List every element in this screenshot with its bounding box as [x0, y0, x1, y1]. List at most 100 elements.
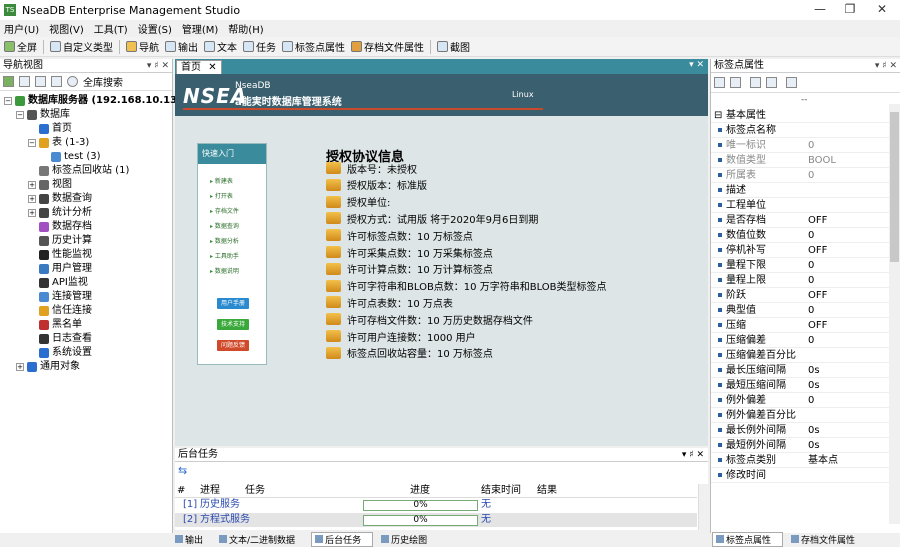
expand-toggle-icon[interactable]: +: [28, 195, 36, 203]
property-row[interactable]: 最短压缩间隔 0s: [711, 378, 889, 393]
property-value[interactable]: 0s: [808, 363, 820, 378]
output-button[interactable]: 输出: [165, 39, 198, 54]
property-row[interactable]: 数值类型 BOOL: [711, 153, 889, 168]
tree-item[interactable]: 黑名单: [28, 318, 82, 332]
tree-item[interactable]: 性能监视: [28, 248, 92, 262]
text-button[interactable]: 文本: [204, 39, 237, 54]
tree-item[interactable]: 信任连接: [28, 304, 92, 318]
panel-controls[interactable]: ▾ ♯ ✕: [682, 448, 704, 462]
screenshot-button[interactable]: 截图: [437, 39, 470, 54]
expand-toggle-icon[interactable]: +: [28, 209, 36, 217]
print-icon[interactable]: [766, 77, 777, 88]
tree-item[interactable]: test (3): [40, 150, 101, 164]
property-row[interactable]: 最长压缩间隔 0s: [711, 363, 889, 378]
table-row[interactable]: [1] 历史服务 0% 无: [175, 498, 697, 512]
menu-view[interactable]: 视图(V): [49, 21, 84, 36]
collapse-icon[interactable]: ⊟: [714, 108, 722, 123]
property-row[interactable]: 修改时间: [711, 468, 889, 483]
tree-item[interactable]: 首页: [28, 122, 72, 136]
property-row[interactable]: 数值位数 0: [711, 228, 889, 243]
property-value[interactable]: 0: [808, 333, 814, 348]
tab-close-icon[interactable]: ✕: [208, 62, 216, 73]
quick-link[interactable]: 存档文件: [210, 206, 239, 215]
property-row[interactable]: 例外偏差百分比: [711, 408, 889, 423]
property-value[interactable]: OFF: [808, 213, 827, 228]
tree-item[interactable]: + 统计分析: [28, 206, 92, 220]
property-row[interactable]: 工程单位: [711, 198, 889, 213]
refresh-icon[interactable]: [51, 76, 62, 87]
delete-icon[interactable]: [35, 76, 46, 87]
properties-scrollbar[interactable]: [889, 104, 900, 524]
column-header[interactable]: #: [177, 484, 185, 498]
property-value[interactable]: 0: [808, 138, 814, 153]
expand-toggle-icon[interactable]: −: [28, 139, 36, 147]
property-row[interactable]: 标签点名称: [711, 123, 889, 138]
scrollbar-thumb[interactable]: [890, 112, 899, 262]
tree-item[interactable]: 连接管理: [28, 290, 92, 304]
menu-manage[interactable]: 管理(M): [182, 21, 218, 36]
tree-item[interactable]: 用户管理: [28, 262, 92, 276]
expand-toggle-icon[interactable]: −: [4, 97, 12, 105]
property-value[interactable]: BOOL: [808, 153, 836, 168]
tree-item[interactable]: + 视图: [28, 178, 72, 192]
property-value[interactable]: 0: [808, 303, 814, 318]
tree-item[interactable]: − 数据库: [16, 108, 70, 122]
property-row[interactable]: 阶跃 OFF: [711, 288, 889, 303]
tab-controls[interactable]: ▾ ✕: [689, 60, 704, 70]
categorized-icon[interactable]: [714, 77, 725, 88]
navigation-button[interactable]: 导航: [126, 39, 159, 54]
tree-item[interactable]: + 通用对象: [16, 360, 80, 374]
quick-button[interactable]: 用户手册: [217, 298, 249, 309]
property-row[interactable]: 最短例外间隔 0s: [711, 438, 889, 453]
table-row[interactable]: [2] 方程式服务 0% 无: [175, 513, 697, 527]
column-header[interactable]: 进度: [410, 484, 430, 498]
bottom-tab[interactable]: 输出: [175, 533, 211, 546]
column-header[interactable]: 任务: [245, 484, 265, 498]
property-row[interactable]: 所属表 0: [711, 168, 889, 183]
tab-home[interactable]: 首页 ✕: [176, 60, 222, 74]
bottom-tab[interactable]: 存档文件属性: [791, 533, 863, 546]
property-value[interactable]: OFF: [808, 318, 827, 333]
property-value[interactable]: 0s: [808, 438, 820, 453]
property-value[interactable]: 0s: [808, 378, 820, 393]
add-server-icon[interactable]: [3, 76, 14, 87]
tree-item[interactable]: − 表 (1-3): [28, 136, 89, 150]
edit-icon[interactable]: [19, 76, 30, 87]
tree-item[interactable]: 日志查看: [28, 332, 92, 346]
tree-item[interactable]: 数据存档: [28, 220, 92, 234]
property-value[interactable]: 基本点: [808, 453, 838, 468]
tree-item[interactable]: 历史计算: [28, 234, 92, 248]
task-button[interactable]: 任务: [243, 39, 276, 54]
property-value[interactable]: 0: [808, 228, 814, 243]
quick-button[interactable]: 技术支持: [217, 319, 249, 330]
property-row[interactable]: 典型值 0: [711, 303, 889, 318]
menu-help[interactable]: 帮助(H): [228, 21, 263, 36]
property-row[interactable]: 量程下限 0: [711, 258, 889, 273]
menu-user[interactable]: 用户(U): [4, 21, 39, 36]
save-icon[interactable]: [750, 77, 761, 88]
property-value[interactable]: 0: [808, 168, 814, 183]
quick-link[interactable]: 数据分析: [210, 236, 239, 245]
property-row[interactable]: 压缩偏差百分比: [711, 348, 889, 363]
column-header[interactable]: 结果: [537, 484, 557, 498]
tree-item[interactable]: 系统设置: [28, 346, 92, 360]
bottom-tab[interactable]: 后台任务: [311, 531, 374, 547]
expand-toggle-icon[interactable]: +: [28, 181, 36, 189]
fullscreen-button[interactable]: 全屏: [4, 39, 37, 54]
property-row[interactable]: 是否存档 OFF: [711, 213, 889, 228]
property-value[interactable]: 0: [808, 393, 814, 408]
property-value[interactable]: 0: [808, 273, 814, 288]
property-row[interactable]: 标签点类别 基本点: [711, 453, 889, 468]
property-row[interactable]: 唯一标识 0: [711, 138, 889, 153]
search-all-button[interactable]: 全库搜索: [67, 74, 123, 89]
bottom-tab[interactable]: 历史绘图: [381, 533, 435, 546]
panel-controls[interactable]: ▾ ♯ ✕: [875, 59, 897, 73]
property-row[interactable]: 量程上限 0: [711, 273, 889, 288]
property-row[interactable]: 压缩偏差 0: [711, 333, 889, 348]
property-row[interactable]: 描述: [711, 183, 889, 198]
users-icon[interactable]: [786, 77, 797, 88]
quick-link[interactable]: 数据说明: [210, 266, 239, 275]
property-row[interactable]: 停机补写 OFF: [711, 243, 889, 258]
task-refresh-button[interactable]: ⇆: [175, 462, 708, 480]
quick-link[interactable]: 打开表: [210, 191, 233, 200]
